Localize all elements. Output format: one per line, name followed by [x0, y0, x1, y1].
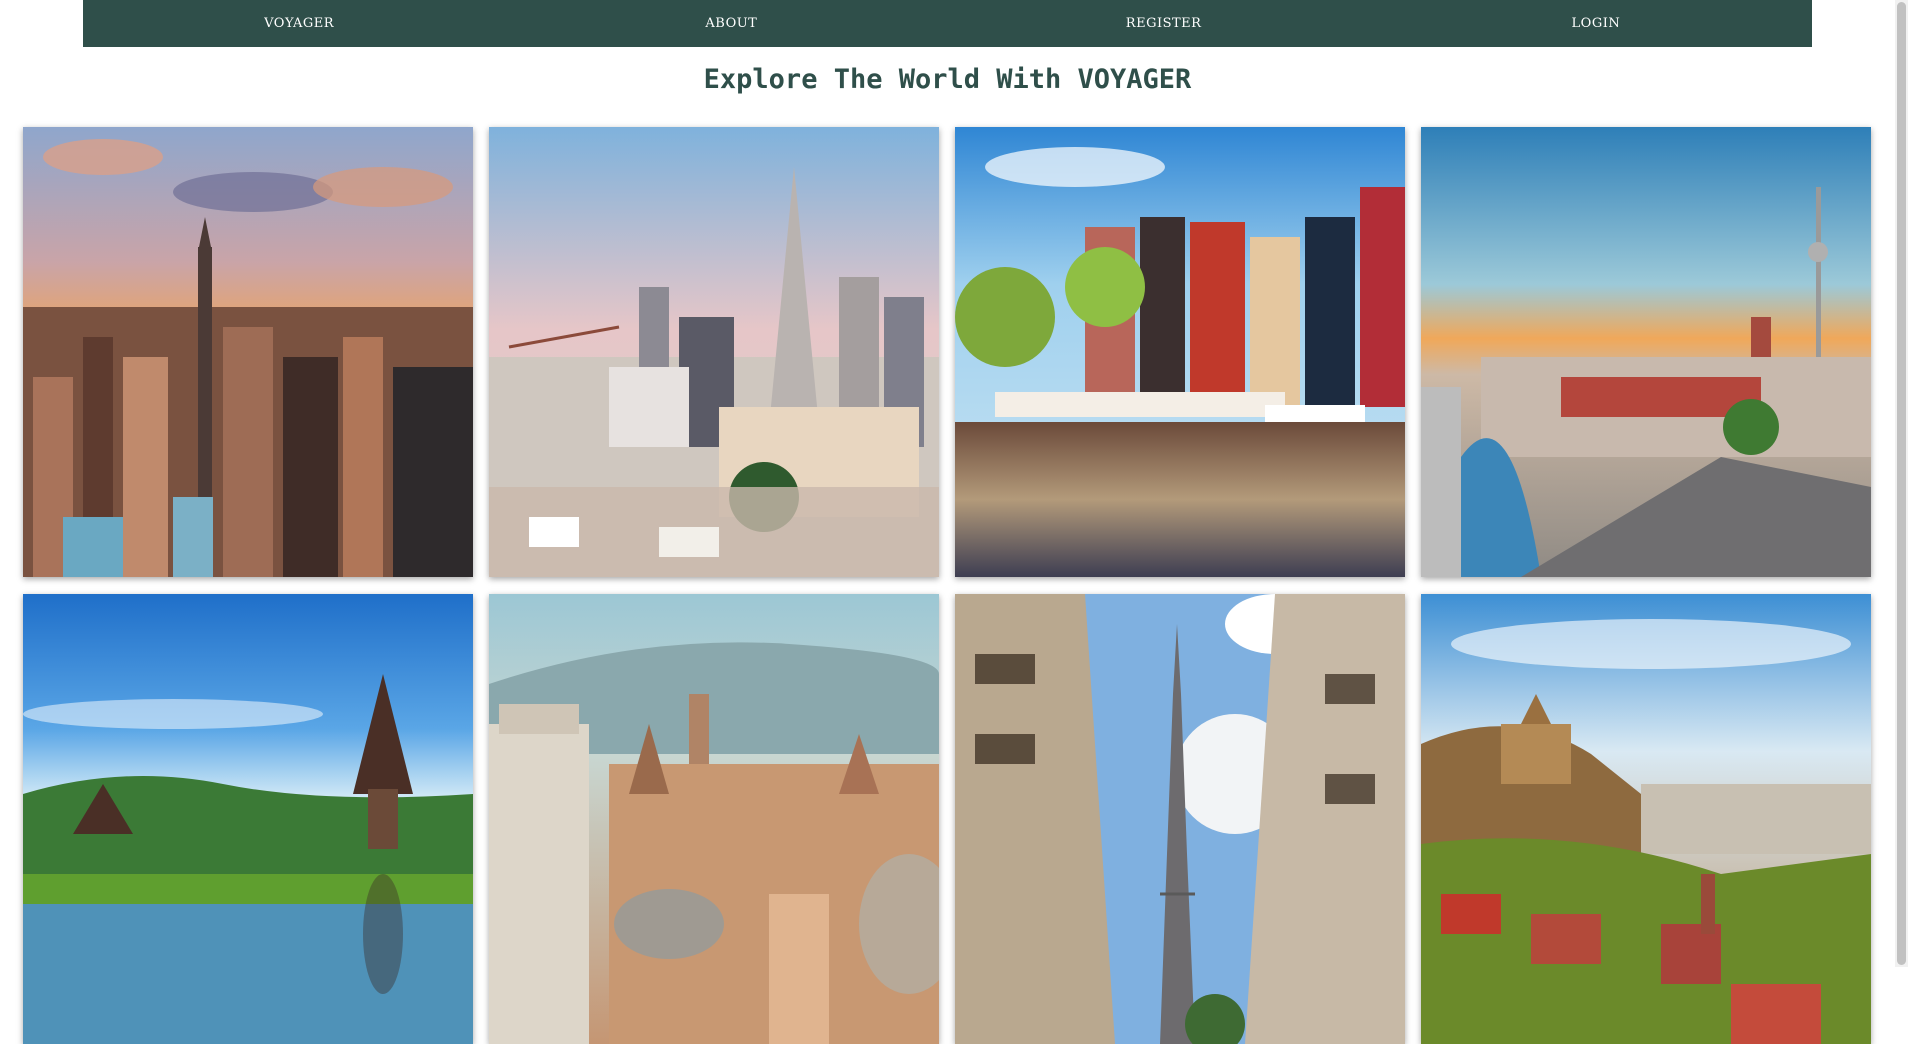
- page-scrollbar[interactable]: [1895, 0, 1908, 967]
- destination-card-tbilisi[interactable]: tbilisi-old-town: [1421, 594, 1871, 1044]
- rome-image: [489, 594, 939, 1044]
- amsterdam-image: [955, 127, 1405, 577]
- berlin-image: [1421, 127, 1871, 577]
- new-york-image: [23, 127, 473, 577]
- tbilisi-image: [1421, 594, 1871, 1044]
- bali-image: [23, 594, 473, 1044]
- destination-gallery: new-york-skyline: [0, 0, 1895, 1044]
- san-francisco-image: [489, 127, 939, 577]
- paris-image: [955, 594, 1405, 1044]
- destination-card-paris[interactable]: paris-eiffel-tower: [955, 594, 1405, 1044]
- destination-card-amsterdam[interactable]: amsterdam-canal-houses: [955, 127, 1405, 577]
- destination-card-new-york[interactable]: new-york-skyline: [23, 127, 473, 577]
- destination-card-san-francisco[interactable]: san-francisco-skyline: [489, 127, 939, 577]
- destination-card-bali[interactable]: bali-water-temple: [23, 594, 473, 1044]
- scrollbar-thumb[interactable]: [1897, 2, 1906, 965]
- destination-card-berlin[interactable]: berlin-tv-tower: [1421, 127, 1871, 577]
- destination-card-rome[interactable]: rome-rooftops: [489, 594, 939, 1044]
